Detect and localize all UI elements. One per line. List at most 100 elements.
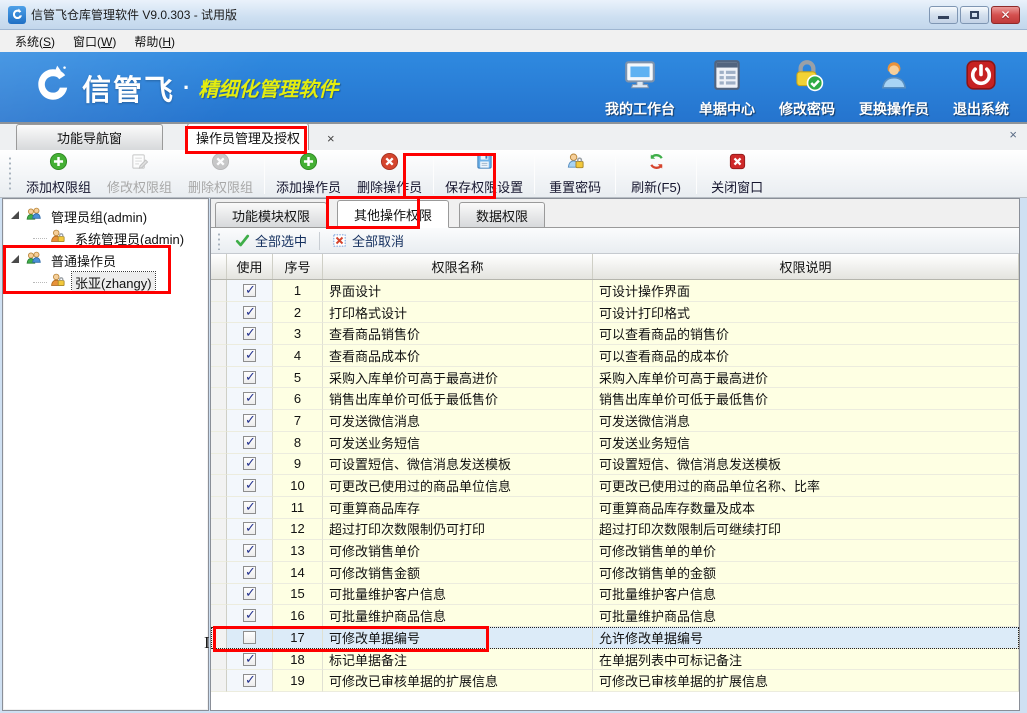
close-button[interactable]: ✕	[991, 6, 1020, 24]
use-checkbox[interactable]	[243, 479, 256, 492]
strip-close-icon[interactable]: ×	[1009, 127, 1017, 142]
document-center-icon	[710, 58, 744, 99]
table-row[interactable]: 18 标记单据备注 在单据列表中可标记备注	[211, 649, 1019, 671]
table-row[interactable]: 16 可批量维护商品信息 可批量维护商品信息	[211, 605, 1019, 627]
toolbar-button[interactable]: 添加权限组	[18, 150, 99, 198]
perm-tab[interactable]: 其他操作权限	[337, 200, 449, 228]
use-cell	[227, 627, 273, 649]
table-row[interactable]: 15 可批量维护客户信息 可批量维护客户信息	[211, 584, 1019, 606]
select-all-button[interactable]: 全部选中	[227, 229, 315, 252]
use-cell	[227, 605, 273, 627]
perm-tab[interactable]: 数据权限	[459, 202, 545, 227]
banner-action[interactable]: 单据中心	[687, 58, 767, 119]
check-all-icon	[235, 233, 250, 248]
maximize-button[interactable]	[960, 6, 989, 24]
permission-description: 超过打印次数限制后可继续打印	[593, 519, 1019, 541]
close-icon: ✕	[1000, 9, 1010, 21]
toolbar-button[interactable]: 保存权限设置	[437, 150, 531, 198]
row-number: 17	[273, 627, 323, 649]
use-checkbox[interactable]	[243, 284, 256, 297]
use-checkbox[interactable]	[243, 371, 256, 384]
tree-group-node[interactable]: 普通操作员	[3, 249, 208, 271]
toolbar-button[interactable]: 关闭窗口	[700, 150, 774, 198]
table-row[interactable]: 12 超过打印次数限制仍可打印 超过打印次数限制后可继续打印	[211, 519, 1019, 541]
table-row[interactable]: 4 查看商品成本价 可以查看商品的成本价	[211, 345, 1019, 367]
use-checkbox[interactable]	[243, 631, 256, 644]
deselect-all-button[interactable]: 全部取消	[324, 229, 412, 252]
reset-password-icon	[566, 152, 585, 177]
table-row[interactable]: 17 可修改单据编号 允许修改单据编号	[211, 627, 1019, 649]
tree-expander-icon[interactable]	[11, 255, 19, 263]
permission-description: 在单据列表中可标记备注	[593, 649, 1019, 671]
toolbar-button[interactable]: 重置密码	[538, 150, 612, 198]
table-row[interactable]: 3 查看商品销售价 可以查看商品的销售价	[211, 323, 1019, 345]
perm-tab[interactable]: 功能模块权限	[215, 202, 327, 227]
use-checkbox[interactable]	[243, 457, 256, 470]
permission-description: 可以查看商品的销售价	[593, 323, 1019, 345]
table-row[interactable]: 9 可设置短信、微信消息发送模板 可设置短信、微信消息发送模板	[211, 454, 1019, 476]
doc-tab[interactable]: 操作员管理及授权	[187, 123, 309, 150]
table-row[interactable]: 11 可重算商品库存 可重算商品库存数量及成本	[211, 497, 1019, 519]
tab-close-icon[interactable]: ×	[323, 131, 339, 150]
permission-name: 查看商品成本价	[323, 345, 593, 367]
toolbar-button-label: 重置密码	[549, 177, 601, 196]
use-checkbox[interactable]	[243, 653, 256, 666]
use-checkbox[interactable]	[243, 609, 256, 622]
tree-operator-label: 张亚(zhangy)	[72, 272, 155, 293]
row-indicator	[211, 649, 227, 671]
tree-operator-node[interactable]: 系统管理员(admin)	[3, 227, 208, 249]
permission-tab-strip: 功能模块权限其他操作权限数据权限	[211, 199, 1019, 228]
toolbar-button[interactable]: 刷新(F5)	[619, 150, 693, 198]
table-row[interactable]: 19 可修改已审核单据的扩展信息 可修改已审核单据的扩展信息	[211, 670, 1019, 692]
use-checkbox[interactable]	[243, 349, 256, 362]
doc-tab[interactable]: 功能导航窗	[16, 124, 163, 150]
banner-action[interactable]: 修改密码	[767, 58, 847, 119]
tree-group-node[interactable]: 管理员组(admin)	[3, 205, 208, 227]
separator	[615, 154, 616, 194]
use-checkbox[interactable]	[243, 501, 256, 514]
table-row[interactable]: 7 可发送微信消息 可发送微信消息	[211, 410, 1019, 432]
table-row[interactable]: 14 可修改销售金额 可修改销售单的金额	[211, 562, 1019, 584]
toolbar-button[interactable]: 修改权限组	[99, 150, 180, 198]
use-cell	[227, 345, 273, 367]
use-checkbox[interactable]	[243, 414, 256, 427]
table-row[interactable]: 10 可更改已使用过的商品单位信息 可更改已使用过的商品单位名称、比率	[211, 475, 1019, 497]
use-checkbox[interactable]	[243, 566, 256, 579]
row-indicator	[211, 605, 227, 627]
menu-item-S[interactable]: 系统(S)	[6, 31, 64, 52]
use-checkbox[interactable]	[243, 306, 256, 319]
use-checkbox[interactable]	[243, 327, 256, 340]
menu-item-W[interactable]: 窗口(W)	[64, 31, 125, 52]
deselect-all-label: 全部取消	[352, 231, 404, 250]
table-row[interactable]: 5 采购入库单价可高于最高进价 采购入库单价可高于最高进价	[211, 367, 1019, 389]
permission-name: 可修改销售金额	[323, 562, 593, 584]
table-header-row: 使用序号权限名称权限说明	[211, 254, 1019, 280]
toolbar-button[interactable]: 删除操作员	[349, 150, 430, 198]
banner-action[interactable]: 更换操作员	[847, 58, 941, 119]
minimize-button[interactable]	[929, 6, 958, 24]
column-header: 权限说明	[593, 254, 1019, 279]
app-logo-icon	[8, 6, 26, 24]
table-row[interactable]: 13 可修改销售单价 可修改销售单的单价	[211, 540, 1019, 562]
table-row[interactable]: 1 界面设计 可设计操作界面	[211, 280, 1019, 302]
toolbar-button[interactable]: 删除权限组	[180, 150, 261, 198]
table-row[interactable]: 8 可发送业务短信 可发送业务短信	[211, 432, 1019, 454]
row-number: 7	[273, 410, 323, 432]
permissions-table: 使用序号权限名称权限说明 1 界面设计 可设计操作界面 2 打印格式设计 可设计…	[211, 254, 1019, 710]
tree-expander-icon[interactable]	[11, 211, 19, 219]
menu-item-H[interactable]: 帮助(H)	[125, 31, 184, 52]
banner-action[interactable]: 我的工作台	[593, 58, 687, 119]
use-checkbox[interactable]	[243, 522, 256, 535]
toolbar-button[interactable]: 添加操作员	[268, 150, 349, 198]
table-row[interactable]: 2 打印格式设计 可设计打印格式	[211, 302, 1019, 324]
use-checkbox[interactable]	[243, 544, 256, 557]
toolbar-button-label: 添加操作员	[276, 177, 341, 196]
use-checkbox[interactable]	[243, 436, 256, 449]
use-checkbox[interactable]	[243, 392, 256, 405]
toolbar-button-label: 添加权限组	[26, 177, 91, 196]
use-checkbox[interactable]	[243, 587, 256, 600]
use-checkbox[interactable]	[243, 674, 256, 687]
banner-action[interactable]: 退出系统	[941, 58, 1021, 119]
tree-operator-node[interactable]: 张亚(zhangy)	[3, 271, 208, 293]
table-row[interactable]: 6 销售出库单价可低于最低售价 销售出库单价可低于最低售价	[211, 388, 1019, 410]
